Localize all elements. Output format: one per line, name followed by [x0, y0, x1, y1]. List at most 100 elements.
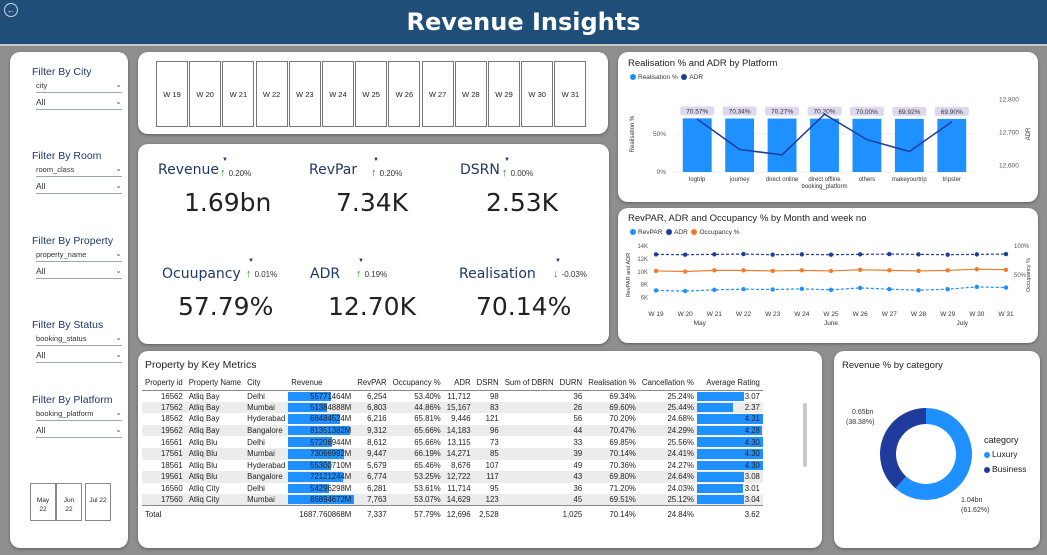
- filter-field-select[interactable]: city ⌄: [36, 80, 122, 93]
- series-point[interactable]: [682, 252, 688, 257]
- series-point[interactable]: [1003, 285, 1009, 290]
- bar[interactable]: [852, 118, 882, 172]
- series-point[interactable]: [653, 268, 659, 274]
- table-row[interactable]: 16562 Atliq Bay Delhi 55771464M 6,254 53.40% 1…: [142, 390, 763, 402]
- table-row[interactable]: 16560 Atliq City Delhi 54296298M 6,281 53.61%…: [142, 483, 763, 495]
- series-point[interactable]: [799, 252, 805, 257]
- series-point[interactable]: [916, 287, 921, 293]
- week-slicer-button[interactable]: W 30: [521, 61, 554, 127]
- filter-value-dropdown[interactable]: All ⌄: [36, 181, 122, 194]
- series-point[interactable]: [887, 251, 892, 257]
- week-slicer-button[interactable]: W 26: [388, 61, 421, 127]
- series-point[interactable]: [799, 286, 805, 292]
- series-point[interactable]: [770, 287, 775, 292]
- table-scrollbar[interactable]: [803, 403, 807, 467]
- filter-field-select[interactable]: room_class ⌄: [36, 164, 122, 177]
- table-row[interactable]: 17560 Atliq City Mumbai 86894672M 7,763 53.07…: [142, 494, 763, 506]
- table-row[interactable]: 17562 Atliq Bay Mumbai 51384888M 6,803 44.86%…: [142, 401, 763, 414]
- filter-value-dropdown[interactable]: All ⌄: [36, 97, 122, 110]
- legend-item-business[interactable]: Business: [984, 464, 1027, 474]
- week-slicer-button[interactable]: W 31: [554, 61, 587, 127]
- series-point[interactable]: [887, 268, 892, 273]
- series-point[interactable]: [974, 284, 980, 290]
- series-point[interactable]: [1003, 267, 1009, 272]
- filter-value-dropdown[interactable]: All ⌄: [36, 425, 122, 438]
- series-point[interactable]: [916, 252, 921, 257]
- column-header[interactable]: Realisation %: [585, 375, 639, 391]
- column-header[interactable]: Average Rating: [696, 375, 763, 391]
- column-header[interactable]: DSRN: [473, 375, 502, 391]
- column-header[interactable]: RevPAR: [354, 375, 390, 391]
- series-point[interactable]: [916, 268, 921, 274]
- column-header[interactable]: ADR: [443, 375, 474, 391]
- series-point[interactable]: [741, 286, 746, 292]
- bar[interactable]: [937, 118, 967, 172]
- property-metrics-table[interactable]: Property id Property Name City Revenue RevPA…: [142, 375, 763, 522]
- series-point[interactable]: [828, 252, 834, 257]
- filter-field-select[interactable]: booking_status ⌄: [36, 333, 122, 346]
- filter-value-dropdown[interactable]: All ⌄: [36, 350, 122, 363]
- series-point[interactable]: [857, 252, 863, 257]
- month-slicer-button[interactable]: Jun 22: [56, 483, 82, 521]
- filter-field-select[interactable]: booking_platform ⌄: [36, 408, 122, 421]
- series-point[interactable]: [887, 286, 892, 292]
- week-slicer-button[interactable]: W 22: [255, 61, 288, 127]
- series-point[interactable]: [945, 268, 950, 273]
- table-row[interactable]: 18561 Atliq Blu Hyderabad 55300710M 5,679 65.…: [142, 460, 763, 472]
- table-row[interactable]: 19562 Atliq Bay Bangalore 81351382M 9,312 65.…: [142, 424, 763, 437]
- series-point[interactable]: [974, 252, 980, 257]
- series-point[interactable]: [712, 268, 717, 273]
- month-slicer-button[interactable]: Jul 22: [85, 483, 111, 521]
- series-point[interactable]: [741, 251, 746, 257]
- series-point[interactable]: [828, 287, 834, 293]
- legend-item-luxury[interactable]: Luxury: [984, 449, 1018, 459]
- bar[interactable]: [725, 118, 755, 172]
- column-header[interactable]: Cancellation %: [638, 375, 697, 391]
- week-slicer-button[interactable]: W 21: [222, 61, 255, 127]
- week-slicer-button[interactable]: W 19: [156, 61, 188, 127]
- week-slicer-button[interactable]: W 25: [355, 61, 388, 127]
- series-point[interactable]: [974, 267, 980, 272]
- series-point[interactable]: [741, 268, 746, 273]
- series-point[interactable]: [1003, 251, 1009, 257]
- column-header[interactable]: Sum of DBRN: [501, 375, 557, 391]
- table-row[interactable]: 18562 Atliq Bay Hyderabad 68484524M 6,216 65.…: [142, 413, 763, 425]
- series-point[interactable]: [653, 252, 659, 257]
- filter-field-select[interactable]: property_name ⌄: [36, 249, 122, 262]
- week-slicer-button[interactable]: W 24: [322, 61, 354, 127]
- series-point[interactable]: [857, 285, 863, 291]
- week-slicer-button[interactable]: W 20: [189, 61, 222, 127]
- column-header[interactable]: Occupancy %: [389, 375, 444, 391]
- series-point[interactable]: [857, 267, 863, 272]
- series-point[interactable]: [799, 268, 805, 273]
- series-point[interactable]: [770, 268, 775, 274]
- series-point[interactable]: [682, 288, 688, 294]
- series-point[interactable]: [712, 287, 717, 293]
- week-slicer-button[interactable]: W 27: [421, 61, 454, 127]
- series-point[interactable]: [770, 252, 775, 257]
- week-slicer-button[interactable]: W 29: [488, 61, 520, 127]
- column-header[interactable]: Property Name: [185, 375, 245, 391]
- series-point[interactable]: [828, 268, 834, 274]
- revpar-adr-occupancy-chart[interactable]: 14K 12K 10K 8K 6K 100% 50% RevPAR and ADR Occupa…: [618, 208, 1038, 343]
- column-header[interactable]: City: [244, 375, 289, 391]
- series-point[interactable]: [682, 269, 688, 274]
- month-slicer-button[interactable]: May 22: [30, 483, 56, 521]
- filter-value-dropdown[interactable]: All ⌄: [36, 266, 122, 279]
- week-slicer-button[interactable]: W 28: [454, 61, 487, 127]
- series-point[interactable]: [945, 252, 950, 257]
- realisation-adr-chart[interactable]: 0% 50% 12,800 12,700 12,600 Realisation % ADR 7…: [618, 52, 1038, 202]
- column-header[interactable]: DURN: [556, 375, 586, 391]
- series-point[interactable]: [712, 252, 717, 257]
- series-point[interactable]: [653, 288, 659, 293]
- week-slicer-button[interactable]: W 23: [288, 61, 321, 127]
- column-header[interactable]: Revenue: [288, 375, 355, 391]
- donut-slice[interactable]: [880, 408, 926, 489]
- column-header[interactable]: Property id: [142, 375, 186, 391]
- table-row[interactable]: 19561 Atliq Blu Bangalore 72121244M 6,774 53.…: [142, 471, 763, 483]
- table-row[interactable]: 16561 Atliq Blu Delhi 57206944M 8,612 65.66% 1…: [142, 436, 763, 448]
- bar[interactable]: [810, 118, 839, 172]
- series-point[interactable]: [945, 286, 950, 292]
- table-row[interactable]: 17561 Atliq Blu Mumbai 73066992M 9,447 66.19%…: [142, 447, 763, 460]
- bar[interactable]: [894, 118, 924, 172]
